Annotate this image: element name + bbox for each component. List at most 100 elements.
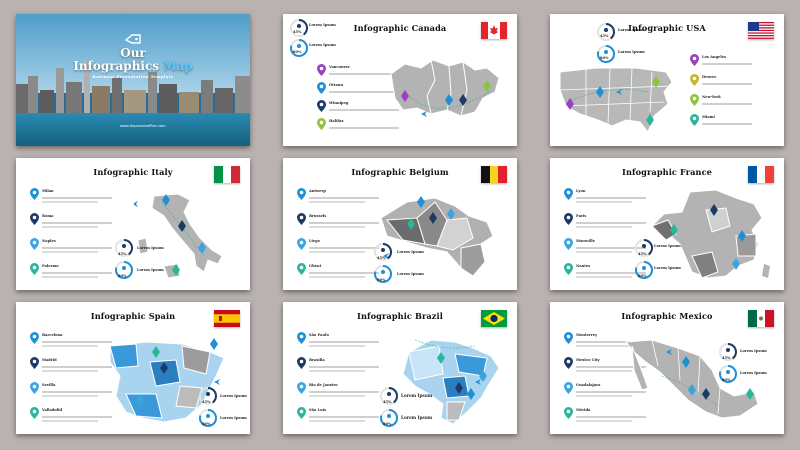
gauge-80-icon	[597, 45, 615, 63]
city-label: Sevilla	[42, 383, 56, 387]
city-label: Winnipeg	[329, 101, 349, 105]
city-label: Antwerp	[309, 189, 326, 193]
slide-thumbnail-cover[interactable]: Our Infographics Map Business Presentati…	[16, 14, 250, 146]
gauge-label: Lorem Ipsum	[397, 250, 424, 254]
gauge-label: Lorem Ipsum	[309, 23, 336, 27]
city-label: Roma	[42, 214, 54, 218]
tag-logo-icon	[124, 34, 141, 44]
map-pin-icon	[564, 213, 573, 225]
usa-map	[559, 67, 673, 133]
slide-thumbnail-italy[interactable]: Infographic Italy Milan Roma Naples Pale…	[16, 158, 250, 290]
map-pin-icon	[690, 74, 699, 86]
city-label: Madrid	[42, 358, 57, 362]
map-pin-icon	[564, 407, 573, 419]
gauge-label: Lorem Ipsum	[309, 43, 336, 47]
cover-title: Our Infographics Map	[73, 46, 193, 73]
city-label: Lyon	[576, 189, 586, 193]
city-label: Paris	[576, 214, 587, 218]
canada-map	[390, 59, 500, 117]
gauge-value: 45%	[383, 400, 392, 404]
city-label: Barcelona	[42, 333, 63, 337]
city-label: São Paulo	[309, 333, 329, 337]
city-label: Palermo	[42, 264, 59, 268]
city-label: Rio de Janeiro	[309, 383, 338, 387]
gauge-label: Lorem Ipsum	[740, 349, 767, 353]
map-pin-icon	[564, 238, 573, 250]
map-pin-icon	[690, 54, 699, 66]
gauge-value: 45%	[600, 34, 609, 38]
map-pin-icon	[30, 213, 39, 225]
map-pin-icon	[30, 407, 39, 419]
city-label: Ghent	[309, 264, 322, 268]
gauge-label: Lorem Ipsum	[618, 50, 645, 54]
city-label: Vancouver	[329, 65, 350, 69]
gauge-80-icon	[290, 39, 308, 57]
city-label: Nantes	[576, 264, 591, 268]
gauge-label: Lorem Ipsum	[220, 394, 247, 398]
map-pin-icon	[297, 382, 306, 394]
city-label: Naples	[42, 239, 56, 243]
city-label: Mexico City	[576, 358, 600, 362]
slide-thumbnail-brazil[interactable]: Infographic Brazil São Paulo Brasília Ri…	[283, 302, 517, 434]
cover-water	[16, 113, 250, 146]
france-flag-icon	[748, 166, 774, 183]
map-pin-icon	[30, 263, 39, 275]
city-label: Ottawa	[329, 83, 344, 87]
gauge-label: Lorem Ipsum	[137, 268, 164, 272]
slide-thumbnail-france[interactable]: Infographic France Lyon Paris Marseille …	[550, 158, 784, 290]
gauge-value: 45%	[638, 252, 647, 256]
map-pin-icon	[317, 118, 326, 130]
map-pin-icon	[30, 238, 39, 250]
map-pin-icon	[564, 357, 573, 369]
gauge-label: Lorem Ipsum	[654, 266, 681, 270]
gauge-label: Lorem Ipsum	[654, 244, 681, 248]
city-label: Liege	[309, 239, 320, 243]
map-pin-icon	[564, 332, 573, 344]
gauge-label: Lorem Ipsum	[137, 246, 164, 250]
slide-thumbnail-canada[interactable]: Infographic Canada 45% Lorem Ipsum 80% L…	[283, 14, 517, 146]
gauge-value: 80%	[118, 274, 127, 278]
city-label: Monterrey	[576, 333, 598, 337]
slide-thumbnail-mexico[interactable]: Infographic Mexico Monterrey Mexico City…	[550, 302, 784, 434]
map-pin-icon	[690, 94, 699, 106]
city-label: Valladolid	[42, 408, 62, 412]
slide-thumbnail-usa[interactable]: Infographic USA 45% Lorem Ipsum 80% Lore…	[550, 14, 784, 146]
map-pin-icon	[317, 100, 326, 112]
city-label: Brussels	[309, 214, 327, 218]
map-pin-icon	[297, 357, 306, 369]
gauge-value: 45%	[377, 256, 386, 260]
gauge-value: 80%	[600, 56, 609, 60]
map-pin-icon	[317, 82, 326, 94]
gauge-value: 80%	[202, 422, 211, 426]
city-label: New-York	[702, 95, 721, 99]
map-pin-icon	[30, 357, 39, 369]
map-pin-icon	[297, 238, 306, 250]
map-pin-icon	[297, 407, 306, 419]
city-label: Milan	[42, 189, 54, 193]
cover-subtitle: Business Presentation Template	[92, 74, 174, 79]
map-pin-icon	[30, 188, 39, 200]
city-label: Denver	[702, 75, 717, 79]
gauge-value: 45%	[722, 356, 731, 360]
gauge-value: 45%	[202, 400, 211, 404]
map-pin-icon	[564, 263, 573, 275]
slide-thumbnail-spain[interactable]: Infographic Spain Barcelona Madrid Sevil…	[16, 302, 250, 434]
gauge-label: Lorem Ipsum	[401, 415, 433, 420]
map-pin-icon	[30, 332, 39, 344]
gauge-label: Lorem Ipsum	[618, 28, 645, 32]
city-label: Brasília	[309, 358, 325, 362]
gauge-45-icon	[290, 18, 308, 37]
map-pin-icon	[297, 332, 306, 344]
mexico-flag-icon	[748, 310, 774, 327]
gauge-value: 80%	[377, 278, 386, 282]
city-label: Marseille	[576, 239, 595, 243]
gauge-value: 80%	[383, 422, 392, 426]
gauge-value: 80%	[293, 50, 302, 54]
map-pin-icon	[297, 188, 306, 200]
map-pin-icon	[30, 382, 39, 394]
france-map	[651, 189, 770, 279]
gauge-label: Lorem Ipsum	[397, 272, 424, 276]
gauge-value: 45%	[293, 30, 302, 34]
gauge-value: 80%	[638, 274, 647, 278]
slide-thumbnail-belgium[interactable]: Infographic Belgium Antwerp Brussels Lie…	[283, 158, 517, 290]
